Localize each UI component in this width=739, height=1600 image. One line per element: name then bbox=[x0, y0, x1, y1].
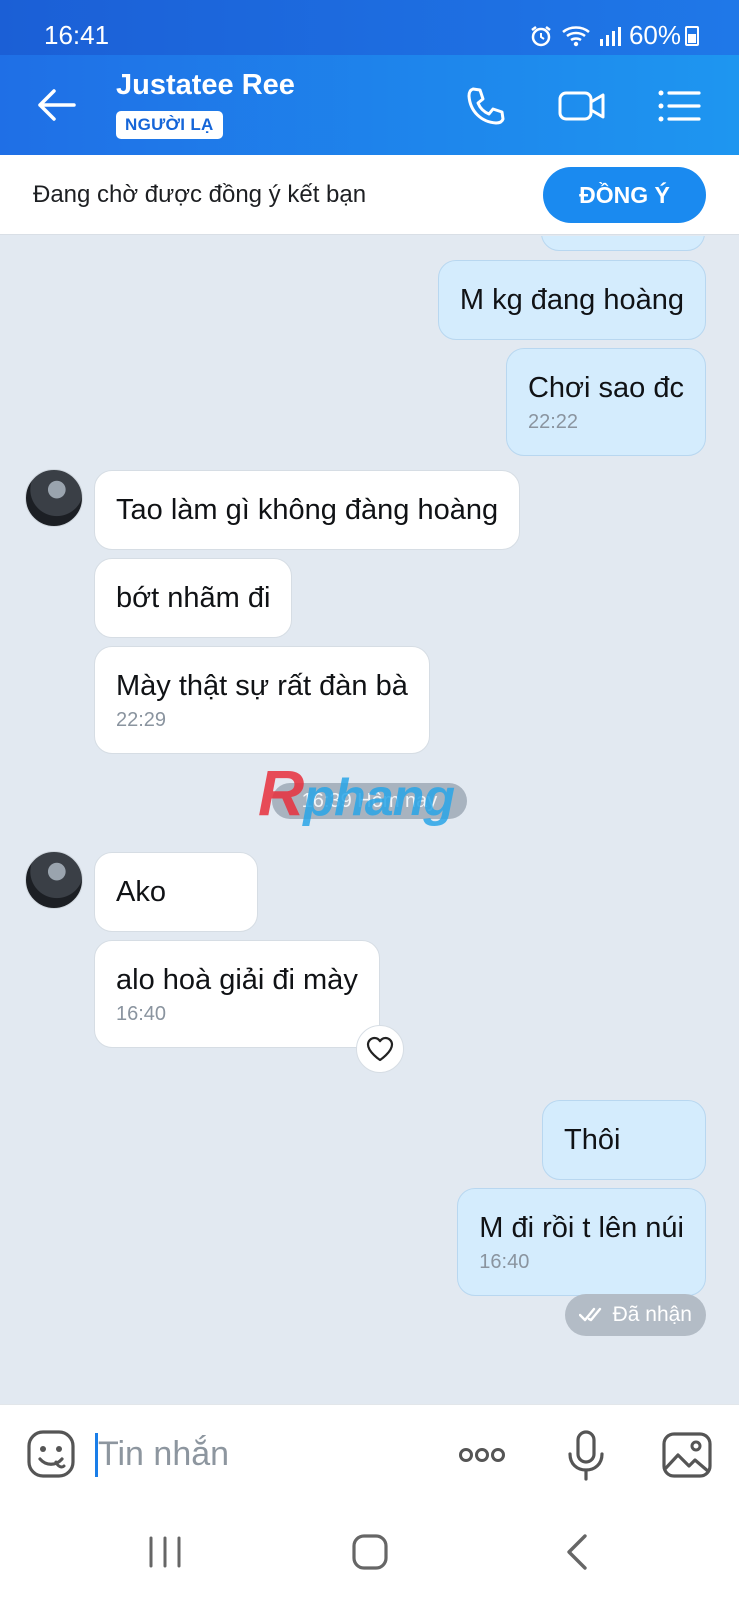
message-time: 22:22 bbox=[527, 411, 579, 433]
message-composer bbox=[0, 1404, 739, 1504]
accept-friend-button[interactable]: ĐỒNG Ý bbox=[543, 167, 706, 223]
message-bubble-partial bbox=[541, 236, 705, 251]
contact-avatar[interactable] bbox=[25, 469, 83, 527]
message-text: bớt nhãm đi bbox=[116, 582, 271, 614]
menu-icon[interactable] bbox=[655, 81, 705, 131]
message-bubble[interactable]: bớt nhãm đi bbox=[94, 558, 293, 638]
friend-request-text: Đang chờ được đồng ý kết bạn bbox=[33, 181, 367, 208]
status-bar: 16:41 60% bbox=[0, 0, 739, 55]
stranger-badge: NGƯỜI LẠ bbox=[116, 111, 223, 139]
recent-apps-icon[interactable] bbox=[141, 1528, 189, 1576]
message-list[interactable]: M kg đang hoàng Chơi sao đc 22:22 Tao là… bbox=[0, 236, 739, 1404]
message-bubble[interactable]: alo hoà giải đi mày 16:40 bbox=[94, 940, 380, 1048]
message-time: 16:40 bbox=[479, 1251, 530, 1273]
message-text: Mày thật sự rất đàn bà bbox=[116, 670, 408, 702]
watermark-logo: Rphang bbox=[258, 757, 455, 829]
delivery-status-text: Đã nhận bbox=[612, 1303, 692, 1326]
double-check-icon bbox=[578, 1307, 601, 1322]
message-text: alo hoà giải đi mày bbox=[116, 964, 358, 996]
contact-avatar[interactable] bbox=[25, 851, 83, 909]
message-time: 16:40 bbox=[116, 1003, 167, 1025]
system-navigation-bar bbox=[0, 1504, 739, 1600]
message-bubble[interactable]: Thôi bbox=[542, 1100, 706, 1180]
message-bubble[interactable]: Mày thật sự rất đàn bà 22:29 bbox=[94, 646, 430, 754]
phone-icon[interactable] bbox=[461, 81, 511, 131]
chat-header: Justatee Ree NGƯỜI LẠ bbox=[0, 55, 739, 155]
message-text: Thôi bbox=[564, 1124, 621, 1156]
message-input[interactable] bbox=[98, 1435, 428, 1474]
message-text: M kg đang hoàng bbox=[459, 284, 684, 316]
alarm-icon bbox=[531, 25, 551, 46]
image-gallery-icon[interactable] bbox=[661, 1429, 713, 1481]
contact-name[interactable]: Justatee Ree bbox=[116, 69, 295, 102]
signal-icon bbox=[599, 26, 621, 46]
wifi-icon bbox=[562, 25, 590, 46]
more-options-icon[interactable] bbox=[456, 1429, 508, 1481]
back-arrow-icon[interactable] bbox=[34, 83, 78, 127]
message-text: Ako bbox=[116, 876, 166, 908]
home-icon[interactable] bbox=[346, 1528, 394, 1576]
microphone-icon[interactable] bbox=[560, 1429, 612, 1481]
friend-request-bar: Đang chờ được đồng ý kết bạn ĐỒNG Ý bbox=[0, 155, 739, 235]
heart-icon bbox=[366, 1036, 394, 1062]
message-bubble[interactable]: M kg đang hoàng bbox=[437, 260, 706, 340]
react-heart-button[interactable] bbox=[356, 1025, 404, 1073]
message-bubble[interactable]: Chơi sao đc 22:22 bbox=[505, 348, 706, 456]
sticker-emoji-icon[interactable] bbox=[26, 1429, 76, 1479]
message-time: 22:29 bbox=[116, 709, 167, 731]
video-call-icon[interactable] bbox=[557, 81, 607, 131]
message-text: Chơi sao đc bbox=[527, 372, 684, 404]
battery-percent: 60% bbox=[628, 20, 681, 50]
back-nav-icon[interactable] bbox=[555, 1528, 603, 1576]
status-time: 16:41 bbox=[44, 20, 110, 50]
message-text: Tao làm gì không đàng hoàng bbox=[116, 494, 499, 526]
message-bubble[interactable]: Tao làm gì không đàng hoàng bbox=[94, 470, 521, 550]
message-text: M đi rồi t lên núi bbox=[479, 1212, 684, 1244]
battery-icon bbox=[685, 26, 699, 46]
message-bubble[interactable]: Ako bbox=[94, 852, 258, 932]
status-icons: 60% bbox=[529, 20, 681, 51]
message-bubble[interactable]: M đi rồi t lên núi 16:40 bbox=[457, 1188, 706, 1296]
delivery-status-badge: Đã nhận bbox=[564, 1294, 706, 1336]
